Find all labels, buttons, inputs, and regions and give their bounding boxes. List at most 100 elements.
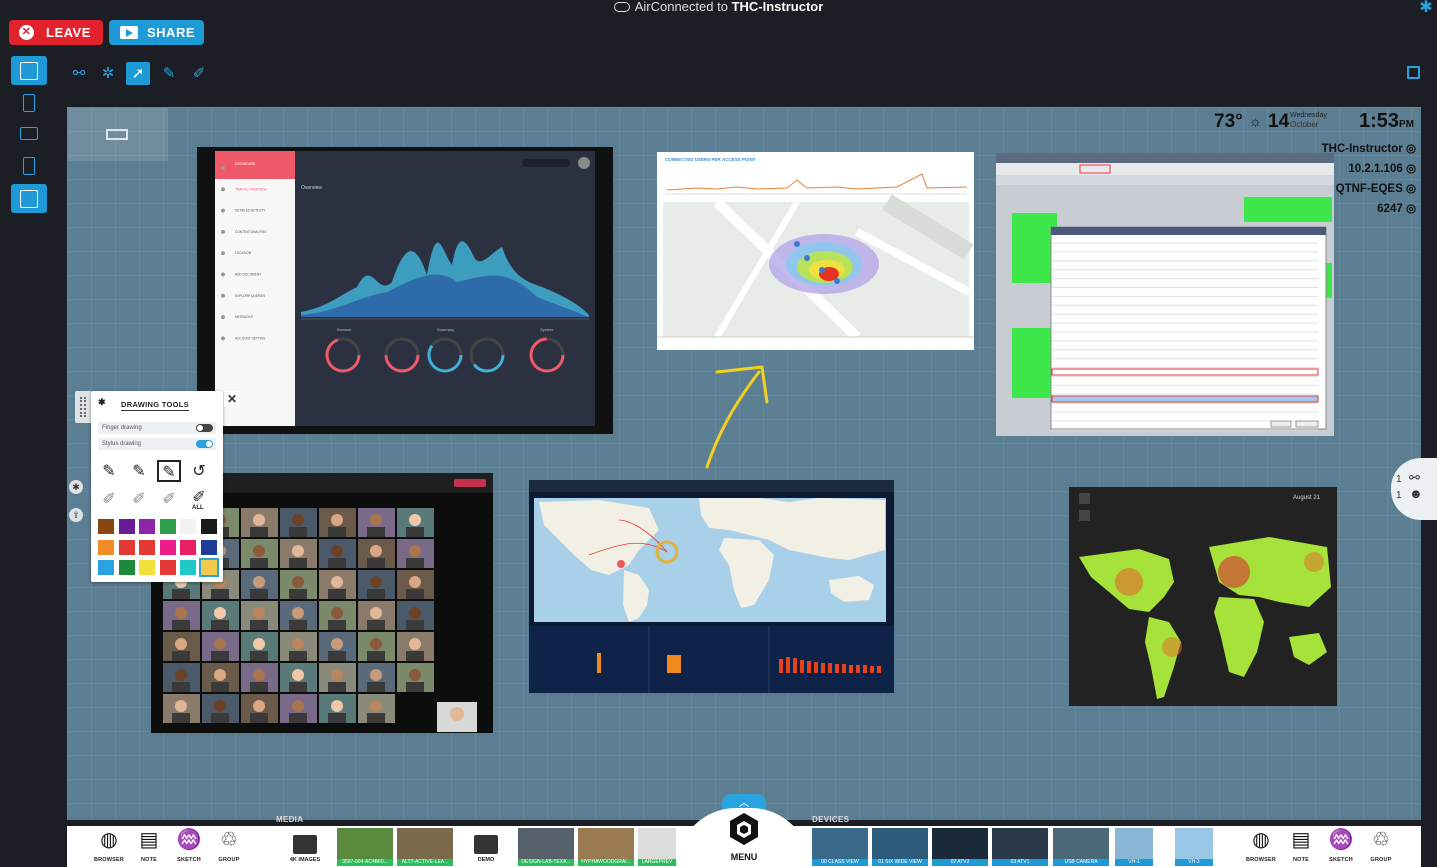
media-thumbnail[interactable]: DESIGN-LAB-TEXA... xyxy=(518,828,574,866)
temperature: 73° xyxy=(1214,111,1243,132)
participant-tile xyxy=(319,508,356,537)
window-analytics-dashboard[interactable]: DASHBOARD TRAFFIC OVERVIEW DETAILED ACTIVI… xyxy=(197,147,613,434)
device-thumbnail[interactable]: USB CAMERA xyxy=(1053,828,1109,866)
drawing-tools-title: DRAWING TOOLS xyxy=(121,400,189,411)
media-thumbnail-label: LARGEPREV xyxy=(638,859,676,866)
media-thumbnail[interactable]: LARGEPREV xyxy=(638,828,676,866)
finger-drawing-toggle[interactable] xyxy=(196,424,213,432)
canvas[interactable]: 73° ☼ 14 Wednesday October 1:53PM THC-In… xyxy=(67,107,1421,820)
select-pointer-icon[interactable]: ➚ xyxy=(126,62,150,85)
color-swatch[interactable] xyxy=(118,539,135,555)
color-swatch[interactable] xyxy=(180,560,196,575)
drawing-tools-grip[interactable] xyxy=(75,391,91,423)
device-thumbnail[interactable]: 02 ATV2 xyxy=(932,828,988,866)
dock-note-button[interactable]: ▤ NOTE xyxy=(1281,829,1321,867)
stylus-drawing-row[interactable]: Stylus drawing xyxy=(98,438,216,450)
device-thumbnail[interactable]: 03 ATV1 xyxy=(992,828,1048,866)
undo-icon[interactable]: ↺ xyxy=(187,461,211,483)
color-swatch[interactable] xyxy=(139,560,155,575)
device-thumbnail-label: 02 ATV2 xyxy=(932,859,988,866)
window-button[interactable] xyxy=(11,119,47,148)
participant-tile xyxy=(163,601,200,630)
leave-button[interactable]: ✕ LEAVE xyxy=(9,20,103,45)
dock-browser-button[interactable]: ◍ BROWSER xyxy=(89,829,129,867)
participant-tile xyxy=(397,601,434,630)
media-thumbnail[interactable]: HYPHAWOODGRAI... xyxy=(578,828,634,866)
highlighter-icon[interactable]: ✐ xyxy=(187,62,211,85)
share-icon[interactable]: ⇪ xyxy=(69,508,83,522)
canvas-view-button[interactable] xyxy=(11,56,47,85)
folder-icon[interactable] xyxy=(293,835,317,854)
color-swatch[interactable] xyxy=(200,539,217,555)
network-name: QTNF-EQES ◎ xyxy=(1336,181,1416,195)
logo-icon xyxy=(106,129,128,140)
color-swatch[interactable] xyxy=(139,519,155,534)
heatmap-content: CONNECTED USERS PER ACCESS POINT xyxy=(657,157,974,350)
dock-note-button[interactable]: ▤ NOTE xyxy=(129,829,169,867)
color-swatch[interactable] xyxy=(159,560,176,575)
device-thumbnail-label: 03 ATV1 xyxy=(992,859,1048,866)
stylus-drawing-toggle[interactable] xyxy=(196,440,213,448)
window-heatmap[interactable]: CONNECTED USERS PER ACCESS POINT xyxy=(657,152,974,350)
device-thumbnail[interactable]: VH-3 xyxy=(1175,828,1213,866)
device-thumbnail[interactable]: 01 SIX WIDE VIEW xyxy=(872,828,928,866)
color-swatch[interactable] xyxy=(139,539,155,555)
pen-thick-icon[interactable]: ✎ xyxy=(157,460,181,482)
pen-icon[interactable]: ✎ xyxy=(157,62,181,85)
media-thumbnail[interactable]: 3597-004-AC4B60... xyxy=(337,828,393,866)
menu-item-icon xyxy=(221,208,225,213)
storage-manager-content xyxy=(996,153,1334,431)
window-storage-manager[interactable] xyxy=(996,153,1334,436)
upload-button[interactable] xyxy=(11,151,47,180)
folder-icon[interactable] xyxy=(474,835,498,854)
dock-item-label: GROUP xyxy=(1370,857,1392,863)
color-swatch[interactable] xyxy=(198,558,219,577)
color-swatch[interactable] xyxy=(159,539,176,555)
color-swatch[interactable] xyxy=(98,539,114,555)
dashboard-menu-item: LOCATION xyxy=(235,251,252,255)
exit-button[interactable] xyxy=(11,184,47,213)
dock-browser-button[interactable]: ◍ BROWSER xyxy=(1241,829,1281,867)
color-swatch[interactable] xyxy=(180,539,196,555)
erase-all-button[interactable]: ✐ ALL xyxy=(187,487,211,511)
eraser-thick-icon[interactable]: ✐ xyxy=(157,489,181,511)
finger-drawing-row[interactable]: Finger drawing xyxy=(98,422,216,434)
dashboard-menu-item: CONTENT ANALYSIS xyxy=(235,230,266,234)
color-swatch[interactable] xyxy=(118,560,135,575)
gear-icon[interactable]: ✱ xyxy=(1418,0,1434,16)
color-swatch[interactable] xyxy=(118,519,135,534)
eraser-thin-icon[interactable]: ✐ xyxy=(97,489,121,511)
color-swatch[interactable] xyxy=(159,519,176,534)
color-swatch[interactable] xyxy=(180,519,196,534)
binoculars-icon[interactable]: ⚯ xyxy=(67,62,91,85)
eraser-medium-icon[interactable]: ✐ xyxy=(127,489,151,511)
participant-tile xyxy=(202,632,239,661)
dock-sketch-button[interactable]: ♒ SKETCH xyxy=(1321,829,1361,867)
window-threat-map[interactable] xyxy=(529,480,894,693)
dock-sketch-button[interactable]: ♒ SKETCH xyxy=(169,829,209,867)
color-swatch[interactable] xyxy=(98,519,114,534)
share-button[interactable]: SHARE xyxy=(109,20,204,45)
notes-button[interactable] xyxy=(11,88,47,117)
dock-group-button[interactable]: ♲ GROUP xyxy=(209,829,249,867)
color-swatch[interactable] xyxy=(98,560,114,575)
participant-tile xyxy=(319,601,356,630)
media-thumbnail-label: DESIGN-LAB-TEXA... xyxy=(518,859,574,866)
close-drawing-tools-button[interactable]: ✕ xyxy=(224,391,240,407)
dock-item-label: GROUP xyxy=(218,857,240,863)
pen-medium-icon[interactable]: ✎ xyxy=(127,461,151,483)
fullscreen-icon[interactable] xyxy=(1407,66,1420,79)
pen-thin-icon[interactable]: ✎ xyxy=(97,461,121,483)
exit-icon xyxy=(20,189,38,208)
dock-group-button[interactable]: ♲ GROUP xyxy=(1361,829,1401,867)
media-thumbnail[interactable]: ALTT-ACTIVE-LEA... xyxy=(397,828,453,866)
share-screen-icon xyxy=(120,26,138,39)
palette-icon[interactable]: ✱ xyxy=(69,480,83,494)
window-world-map[interactable]: August 21 xyxy=(1069,487,1337,706)
sun-icon: ☼ xyxy=(1249,113,1262,129)
color-swatch[interactable] xyxy=(200,519,217,534)
sparkle-pointer-icon[interactable]: ✲ xyxy=(96,62,120,85)
device-thumbnail[interactable]: VH-1 xyxy=(1115,828,1153,866)
dock-item-label: BROWSER xyxy=(93,857,125,863)
device-thumbnail[interactable]: 00 CLASS VIEW xyxy=(812,828,868,866)
